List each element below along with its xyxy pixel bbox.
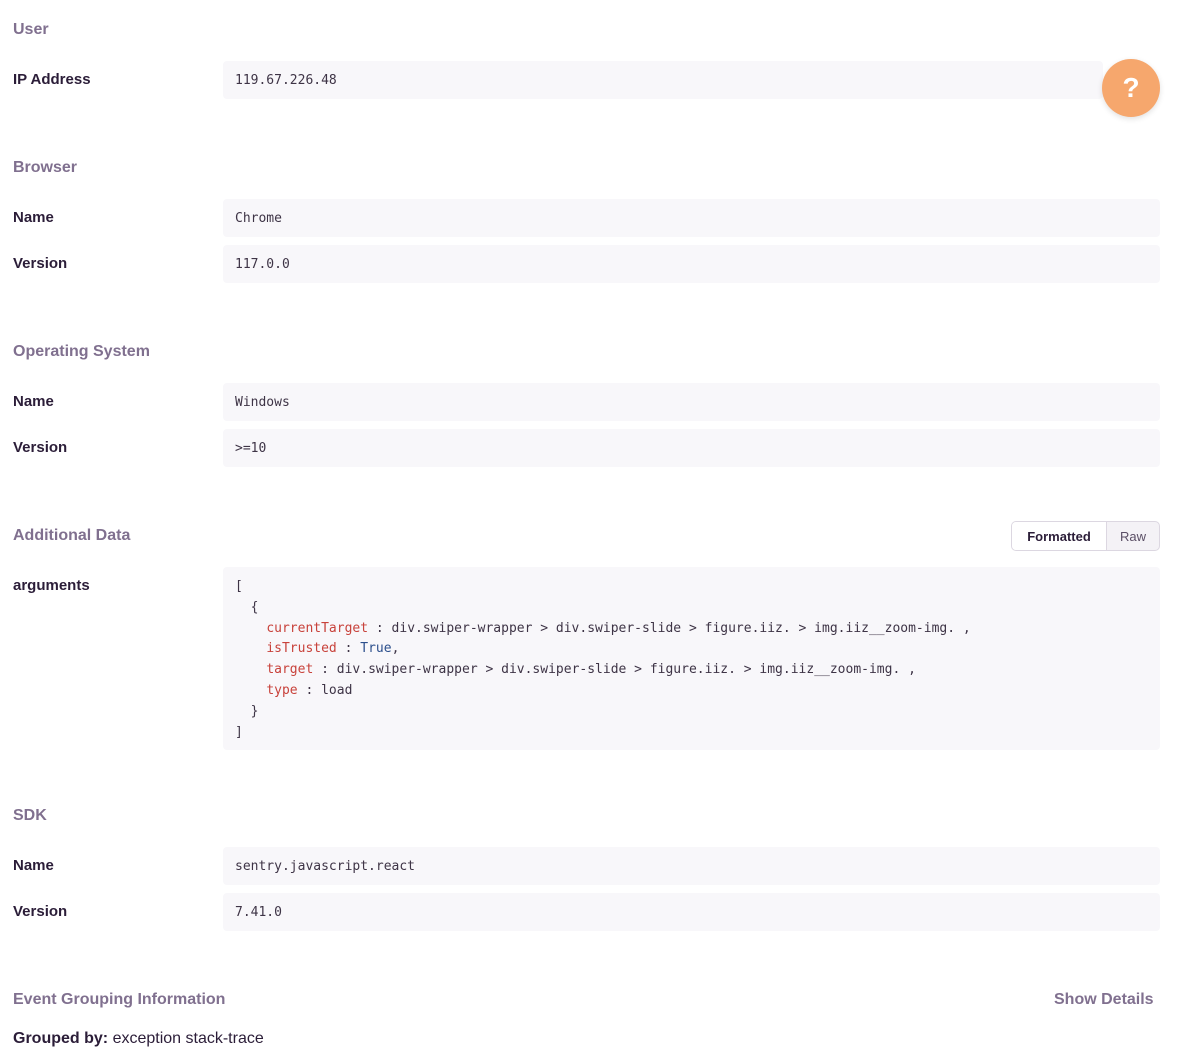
browser-name-value: Chrome	[223, 199, 1160, 237]
format-toggle: Formatted Raw	[1011, 521, 1160, 551]
browser-version-text: 117.0.0	[235, 256, 290, 272]
grouped-by-line: Grouped by: exception stack-trace	[13, 1030, 264, 1048]
code-open-brace: {	[250, 599, 259, 615]
sdk-name-label: Name	[13, 857, 54, 874]
code-key: currentTarget	[266, 620, 369, 636]
sdk-name-text: sentry.javascript.react	[235, 858, 416, 874]
os-version-label: Version	[13, 439, 68, 456]
code-value: load	[321, 682, 353, 698]
section-title-event-grouping: Event Grouping Information	[13, 991, 226, 1008]
ip-address-text: 119.67.226.48	[235, 72, 337, 88]
code-suffix: ,	[391, 641, 400, 657]
grouped-by-value: exception stack-trace	[112, 1030, 264, 1047]
formatted-tab[interactable]: Formatted	[1012, 522, 1107, 550]
section-title-user: User	[13, 21, 49, 38]
ip-address-label: IP Address	[13, 71, 91, 88]
code-value: True	[360, 641, 392, 657]
sdk-version-value: 7.41.0	[223, 893, 1160, 931]
os-name-value: Windows	[223, 383, 1160, 421]
section-title-additional-data: Additional Data	[13, 527, 131, 544]
os-version-text: >=10	[235, 440, 267, 456]
browser-name-label: Name	[13, 209, 54, 226]
code-value: div.swiper-wrapper > div.swiper-slide > …	[391, 620, 971, 636]
sdk-version-label: Version	[13, 903, 68, 920]
code-key: isTrusted	[266, 641, 337, 657]
code-separator: :	[297, 682, 322, 698]
os-name-label: Name	[13, 393, 54, 410]
sdk-version-text: 7.41.0	[235, 904, 282, 920]
code-separator: :	[336, 641, 361, 657]
code-close-brace: }	[250, 703, 259, 719]
grouped-by-label: Grouped by:	[13, 1030, 109, 1047]
section-title-sdk: SDK	[13, 807, 47, 824]
browser-name-text: Chrome	[235, 210, 282, 226]
browser-version-value: 117.0.0	[223, 245, 1160, 283]
code-separator: :	[368, 620, 392, 636]
os-name-text: Windows	[235, 394, 290, 410]
arguments-code-block: [ { currentTarget : div.swiper-wrapper >…	[223, 567, 1160, 750]
ip-address-value: 119.67.226.48	[223, 61, 1103, 99]
question-icon: ?	[1122, 72, 1140, 103]
section-title-browser: Browser	[13, 159, 78, 176]
browser-version-label: Version	[13, 255, 68, 272]
help-button[interactable]: ?	[1102, 59, 1160, 117]
arguments-label: arguments	[13, 577, 90, 594]
sdk-name-value: sentry.javascript.react	[223, 847, 1160, 885]
code-open-bracket: [	[235, 579, 243, 594]
show-details-button[interactable]: Show Details	[1054, 991, 1154, 1009]
section-title-os: Operating System	[13, 343, 150, 360]
code-value: div.swiper-wrapper > div.swiper-slide > …	[336, 662, 916, 678]
code-separator: :	[313, 662, 337, 678]
os-version-value: >=10	[223, 429, 1160, 467]
code-key: target	[266, 662, 314, 678]
code-key: type	[266, 682, 298, 698]
raw-tab[interactable]: Raw	[1107, 522, 1159, 550]
code-close-bracket: ]	[235, 724, 243, 740]
